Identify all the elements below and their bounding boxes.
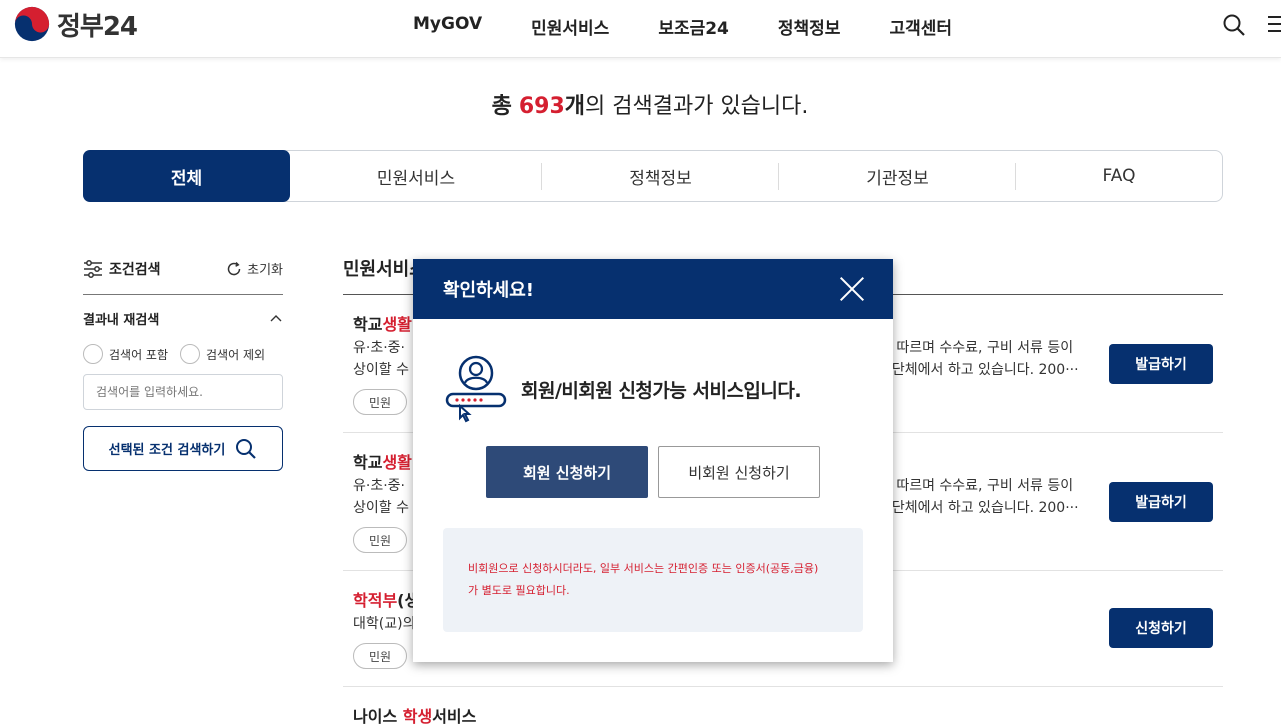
item-desc-left: 대학(교)의 <box>353 613 415 635</box>
category-tag: 민원 <box>353 389 407 415</box>
close-icon[interactable] <box>839 276 865 302</box>
apply-button[interactable]: 신청하기 <box>1109 608 1213 648</box>
tab-label: 기관정보 <box>866 168 929 189</box>
search-category-tabs: 전체 민원서비스 정책정보 기관정보 FAQ <box>83 150 1223 202</box>
nav-policy[interactable]: 정책정보 <box>778 14 841 39</box>
item-desc-left: 유·초·중· 상이할 수 <box>353 337 409 381</box>
item-title-text: 학교 <box>353 453 383 472</box>
tab-label: 민원서비스 <box>376 168 456 189</box>
filter-header: 조건검색 초기화 <box>83 255 283 295</box>
desc-line: 대학(교)의 <box>353 616 416 632</box>
logo-text: 정부24 <box>57 11 138 42</box>
result-count-headline: 총 693개의 검색결과가 있습니다. <box>0 88 1281 120</box>
result-unit: 개 <box>564 94 586 119</box>
search-icon <box>236 438 257 459</box>
guest-apply-button[interactable]: 비회원 신청하기 <box>658 446 820 498</box>
item-title-highlight: 학적부 <box>353 591 398 610</box>
confirm-modal: 확인하세요! 회원/비회원 신청가능 서비스입니다. 회원 신청하기 비회원 신… <box>413 259 893 662</box>
refine-search-input[interactable] <box>83 374 283 410</box>
hamburger-menu-icon[interactable] <box>1268 16 1281 34</box>
search-selected-conditions-button[interactable]: 선택된 조건 검색하기 <box>83 426 283 471</box>
search-button-label: 선택된 조건 검색하기 <box>108 443 226 458</box>
notice-line: 비회원으로 신청하시더라도, 일부 서비스는 간편인증 또는 인증서(공동,금융… <box>468 562 819 575</box>
result-prefix: 총 <box>491 94 512 119</box>
item-title-highlight: 생활 <box>382 453 412 472</box>
desc-line: 상이할 수 <box>353 500 409 516</box>
chevron-up-icon <box>270 314 282 321</box>
item-desc-left: 유·초·중· 상이할 수 <box>353 475 409 519</box>
modal-title: 확인하세요! <box>443 280 535 301</box>
modal-message: 회원/비회원 신청가능 서비스입니다. <box>445 354 802 424</box>
desc-line: 지단체에서 하고 있습니다. 200··· <box>879 362 1079 378</box>
search-icon[interactable] <box>1222 13 1246 37</box>
member-login-icon <box>445 355 507 423</box>
desc-line: 유·초·중· <box>353 478 405 494</box>
tab-civil-service[interactable]: 민원서비스 <box>290 151 542 201</box>
item-title[interactable]: 학적부(생 <box>353 587 419 611</box>
desc-line: 에 따르며 수수료, 구비 서류 등이 <box>879 478 1074 494</box>
refine-search-label: 결과내 재검색 <box>83 313 160 328</box>
issue-button[interactable]: 발급하기 <box>1109 344 1213 384</box>
item-title-text: 학교 <box>353 315 383 334</box>
exclude-keyword-radio[interactable]: 검색어 제외 <box>180 344 265 364</box>
radio-circle <box>83 344 103 364</box>
result-suffix: 의 검색결과가 있습니다. <box>585 94 809 119</box>
tab-label: FAQ <box>1102 166 1136 186</box>
category-tag: 민원 <box>353 643 407 669</box>
modal-header: 확인하세요! <box>413 259 893 319</box>
radio-label: 검색어 제외 <box>206 347 266 362</box>
site-header: 정부24 MyGOV 민원서비스 보조금24 정책정보 고객센터 <box>0 0 1281 58</box>
item-title[interactable]: 나이스 학생서비스 <box>353 703 476 727</box>
radio-label: 검색어 포함 <box>109 347 169 362</box>
refresh-icon <box>227 261 241 275</box>
desc-line: 에 따르며 수수료, 구비 서류 등이 <box>879 340 1074 356</box>
radio-circle <box>180 344 201 364</box>
nav-subsidy[interactable]: 보조금24 <box>658 14 729 39</box>
reset-label: 초기화 <box>247 263 283 278</box>
modal-message-text: 회원/비회원 신청가능 서비스입니다. <box>521 379 802 402</box>
item-title[interactable]: 학교생활 <box>353 311 412 335</box>
modal-notice: 비회원으로 신청하시더라도, 일부 서비스는 간편인증 또는 인증서(공동,금융… <box>443 528 863 632</box>
item-title-text: 서비스 <box>432 707 477 726</box>
result-count: 693 <box>518 94 565 119</box>
item-title-highlight: 학생 <box>402 707 433 726</box>
desc-line: 지단체에서 하고 있습니다. 200··· <box>879 500 1079 516</box>
desc-line: 상이할 수 <box>353 362 409 378</box>
tab-label: 전체 <box>170 168 203 189</box>
filter-title: 조건검색 <box>83 259 161 279</box>
filter-title-label: 조건검색 <box>109 261 161 278</box>
tab-agency[interactable]: 기관정보 <box>779 151 1016 201</box>
nav-customer-center[interactable]: 고객센터 <box>889 14 952 39</box>
tab-policy[interactable]: 정책정보 <box>542 151 779 201</box>
item-title[interactable]: 학교생활 <box>353 449 412 473</box>
gov24-logo[interactable]: 정부24 <box>13 5 138 43</box>
list-item: 나이스 학생서비스 <box>343 687 1223 727</box>
tab-all[interactable]: 전체 <box>83 150 290 202</box>
member-apply-button[interactable]: 회원 신청하기 <box>486 446 648 498</box>
filter-panel: 조건검색 초기화 결과내 재검색 검색어 포함 검색어 제외 선택된 조건 검색… <box>83 255 283 471</box>
nav-mygov[interactable]: MyGOV <box>413 14 482 39</box>
item-desc-right: 에 따르며 수수료, 구비 서류 등이 지단체에서 하고 있습니다. 200··… <box>879 475 1079 519</box>
item-title-highlight: 생활 <box>382 315 412 334</box>
main-nav: MyGOV 민원서비스 보조금24 정책정보 고객센터 <box>413 14 1001 39</box>
nav-civil-service[interactable]: 민원서비스 <box>531 14 609 39</box>
reset-button[interactable]: 초기화 <box>225 259 283 278</box>
item-title-text: 나이스 <box>353 707 403 726</box>
tab-faq[interactable]: FAQ <box>1016 151 1222 201</box>
sliders-icon <box>84 259 102 278</box>
issue-button[interactable]: 발급하기 <box>1109 482 1213 522</box>
search-mode-options: 검색어 포함 검색어 제외 <box>83 344 283 364</box>
desc-line: 유·초·중· <box>353 340 405 356</box>
category-tag: 민원 <box>353 527 407 553</box>
notice-line: 가 별도로 필요합니다. <box>468 584 570 597</box>
tab-label: 정책정보 <box>629 168 692 189</box>
include-keyword-radio[interactable]: 검색어 포함 <box>83 344 168 364</box>
item-desc-right: 에 따르며 수수료, 구비 서류 등이 지단체에서 하고 있습니다. 200··… <box>879 337 1079 381</box>
refine-search-toggle[interactable]: 결과내 재검색 <box>83 309 283 328</box>
taegeuk-logo-icon <box>14 6 50 42</box>
